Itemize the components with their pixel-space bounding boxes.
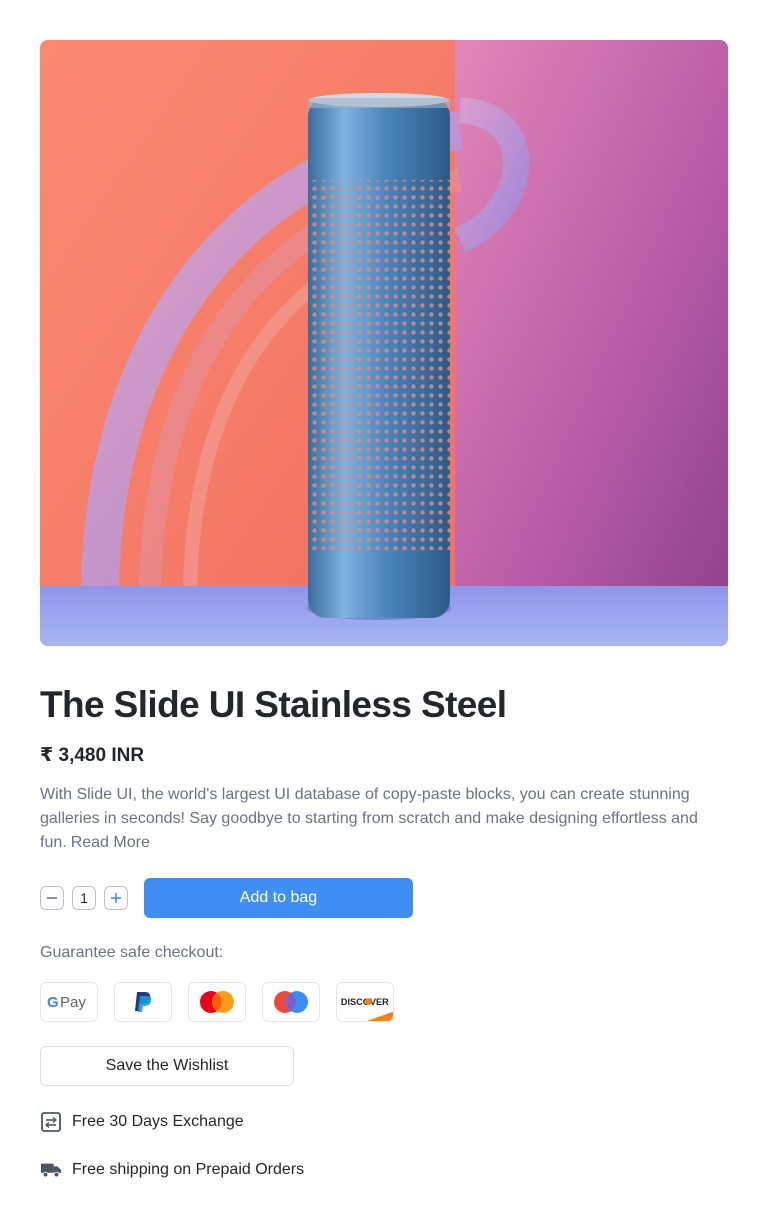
checkout-label: Guarantee safe checkout: bbox=[40, 944, 224, 961]
paypal-badge bbox=[114, 982, 172, 1022]
svg-text:Pay: Pay bbox=[60, 994, 86, 1011]
mastercard-icon bbox=[200, 991, 234, 1013]
exchange-icon bbox=[40, 1111, 62, 1133]
discover-badge: DISCOVER bbox=[336, 982, 394, 1022]
decrement-button[interactable] bbox=[40, 886, 64, 910]
discover-icon: DISCOVER bbox=[341, 997, 393, 1021]
product-title: The Slide UI Stainless Steel bbox=[40, 684, 507, 725]
maestro-icon bbox=[274, 991, 308, 1013]
feature-shipping-text: Free shipping on Prepaid Orders bbox=[72, 1161, 305, 1178]
feature-exchange: Free 30 Days Exchange bbox=[40, 1111, 244, 1133]
quantity-stepper: 1 bbox=[40, 878, 128, 918]
read-more-link[interactable]: Read More bbox=[71, 834, 150, 851]
plus-icon bbox=[111, 893, 121, 903]
minus-icon bbox=[47, 897, 57, 899]
payment-methods: G Pay DISCOVER bbox=[40, 982, 394, 1022]
speaker-illustration bbox=[40, 40, 728, 646]
add-to-bag-button[interactable]: Add to bag bbox=[144, 878, 413, 918]
svg-text:G: G bbox=[47, 994, 59, 1011]
mastercard-badge bbox=[188, 982, 246, 1022]
product-price: ₹ 3,480 INR bbox=[40, 745, 145, 766]
truck-icon bbox=[40, 1159, 62, 1181]
product-image bbox=[40, 40, 728, 646]
save-wishlist-button[interactable]: Save the Wishlist bbox=[40, 1046, 294, 1086]
increment-button[interactable] bbox=[104, 886, 128, 910]
quantity-value[interactable]: 1 bbox=[72, 886, 96, 910]
feature-shipping: Free shipping on Prepaid Orders bbox=[40, 1159, 304, 1181]
gpay-icon: G Pay bbox=[47, 994, 86, 1011]
maestro-badge bbox=[262, 982, 320, 1022]
gpay-badge: G Pay bbox=[40, 982, 98, 1022]
paypal-icon bbox=[135, 992, 152, 1012]
product-description: With Slide UI, the world's largest UI da… bbox=[40, 783, 730, 855]
feature-exchange-text: Free 30 Days Exchange bbox=[72, 1113, 244, 1130]
